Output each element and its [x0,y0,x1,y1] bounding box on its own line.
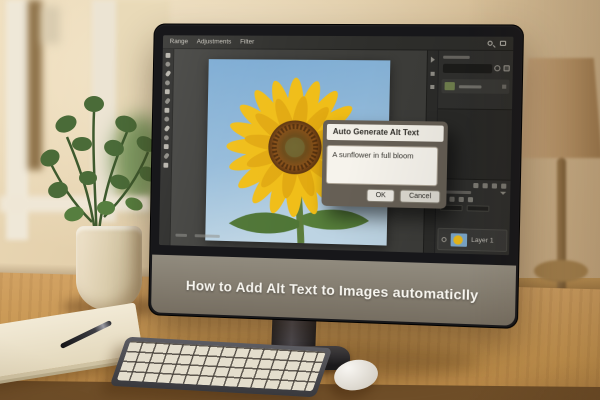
headline: How to Add Alt Text to Images automaticl… [186,277,479,303]
search-icon[interactable] [487,41,492,46]
tool-icon[interactable] [164,97,170,104]
desk-scene: Range Adjustments Filter [0,0,600,400]
layer-name: Layer 1 [471,236,493,244]
panel-list-item[interactable] [441,79,509,94]
blurred-background [42,6,60,44]
filter-icon[interactable] [494,65,500,71]
properties-panel [438,51,513,111]
item-thumbnail [445,82,455,90]
plant-pot [76,226,142,310]
table-lamp [520,58,600,288]
menu-item[interactable]: Adjustments [197,35,232,49]
lamp-shade [520,58,600,158]
tool-icon[interactable] [163,163,168,168]
menu-item[interactable]: Filter [240,35,254,49]
adjust-icon[interactable] [430,85,434,89]
tool-icon[interactable] [166,53,171,58]
tool-icon[interactable] [164,70,170,77]
collapse-icon[interactable] [431,57,435,63]
fx-icon[interactable] [459,197,464,202]
tool-icon[interactable] [165,89,170,94]
keyboard-keys [117,341,326,391]
alt-text-field[interactable]: A sunflower in full bloom [326,145,438,186]
panel-icon[interactable] [501,184,506,189]
cancel-button[interactable]: Cancel [400,189,441,203]
ok-button[interactable]: OK [366,189,395,203]
tool-icon[interactable] [164,135,169,140]
tool-icon[interactable] [164,117,169,122]
item-label [459,85,482,88]
panel-icon[interactable] [483,183,488,188]
layer-row[interactable]: Layer 1 [437,228,507,252]
menu-item[interactable]: Range [170,35,189,48]
panel-title [443,56,470,59]
folder-icon[interactable] [431,72,435,76]
photo-editor-screen: Range Adjustments Filter [159,35,513,255]
item-icon [502,85,506,89]
tool-icon[interactable] [163,125,169,132]
status-text [175,234,219,238]
tool-icon[interactable] [165,62,170,67]
lock-icon[interactable] [468,197,473,202]
tool-icon[interactable] [164,108,169,113]
panel-search-input[interactable] [443,64,492,74]
panels-icon[interactable] [500,41,506,46]
chevron-down-icon[interactable] [500,192,506,195]
visibility-eye-icon[interactable] [441,236,446,241]
monitor: Range Adjustments Filter [148,23,524,329]
panel-icon[interactable] [492,183,497,188]
tool-icon[interactable] [163,152,169,159]
swatch-icon[interactable] [503,65,509,71]
tool-icon[interactable] [165,80,170,85]
opacity-select[interactable] [467,205,490,212]
menu-bar: Range Adjustments Filter [163,35,514,51]
tool-icon[interactable] [164,144,169,149]
mask-icon[interactable] [449,197,454,202]
dialog-title: Auto Generate Alt Text [327,124,444,142]
panel-icon[interactable] [473,183,478,188]
alt-text-dialog: Auto Generate Alt Text A sunflower in fu… [321,120,448,209]
layer-thumbnail [451,233,468,247]
